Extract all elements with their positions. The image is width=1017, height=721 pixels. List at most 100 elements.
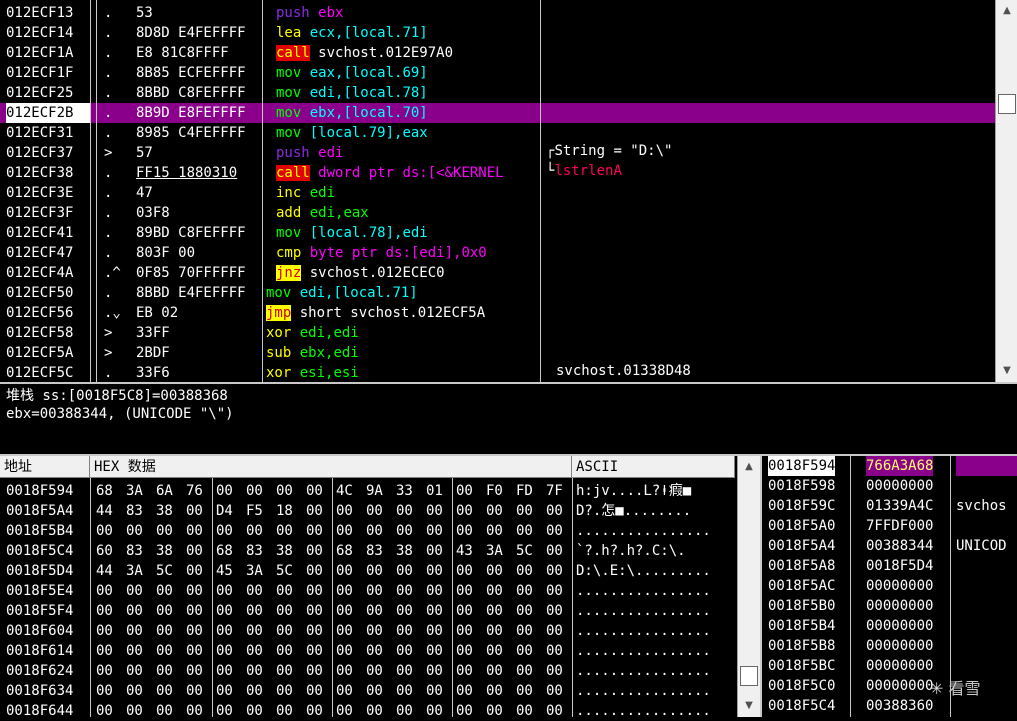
stack-row[interactable]: 0018F5AC 00000000 bbox=[762, 576, 1017, 596]
disasm-hex: 33F6 bbox=[136, 365, 170, 381]
scroll-thumb[interactable] bbox=[998, 94, 1016, 114]
disasm-row[interactable]: 012ECF5A >2BDF sub ebx,edi bbox=[0, 343, 995, 363]
stack-address: 0018F59C bbox=[768, 498, 836, 514]
disasm-row[interactable]: 012ECF3F. 03F8 add edi,eax bbox=[0, 203, 995, 223]
disasm-row[interactable]: 012ECF25. 8BBD C8FEFFFF mov edi,[local.78] bbox=[0, 83, 995, 103]
disasm-address: 012ECF14 bbox=[6, 25, 74, 41]
disasm-operands: svchost.012E97A0 bbox=[318, 45, 454, 61]
disasm-hex: FF15 1880310 bbox=[136, 165, 238, 181]
info-line-1: 堆栈 ss:[0018F5C8]=00388368 bbox=[6, 388, 228, 404]
disasm-opcode: jmp bbox=[266, 305, 292, 321]
disasm-instruction: sub ebx,edi bbox=[266, 343, 359, 363]
disasm-instruction: mov [local.79],eax bbox=[276, 123, 428, 143]
disasm-opcode: inc bbox=[276, 185, 302, 201]
disasm-marker: > bbox=[104, 325, 113, 341]
disasm-row[interactable]: 012ECF1A. E8 81C8FFFF call svchost.012E97A… bbox=[0, 43, 995, 63]
disasm-row[interactable]: 012ECF31. 8985 C4FEFFFF mov [local.79],eax bbox=[0, 123, 995, 143]
disasm-hex: 47 bbox=[136, 185, 153, 201]
disasm-row[interactable]: 012ECF50. 8BBD E4FEFFFF mov edi,[local.71] bbox=[0, 283, 995, 303]
disasm-row[interactable]: 012ECF13. 53 push ebx bbox=[0, 3, 995, 23]
disasm-address: 012ECF3E bbox=[6, 185, 74, 201]
disasm-opcode: mov bbox=[276, 85, 302, 101]
disasm-hex: 8B9D E8FEFFFF bbox=[136, 105, 246, 121]
disasm-address: 012ECF38 bbox=[6, 165, 74, 181]
disasm-marker: .^ bbox=[104, 265, 121, 281]
disasm-hex: EB 02 bbox=[136, 305, 179, 321]
scroll-up-icon[interactable]: ▲ bbox=[996, 2, 1017, 20]
disasm-marker: . bbox=[104, 245, 113, 261]
disasm-row[interactable]: 012ECF56 .⌄ EB 02 jmp short svchost.012ECF5… bbox=[0, 303, 995, 323]
info-pane: 堆栈 ss:[0018F5C8]=00388368 ebx=00388344, … bbox=[0, 384, 1017, 454]
disasm-opcode: call bbox=[276, 45, 310, 61]
disasm-row[interactable]: 012ECF4A .^ 0F85 70FFFFFF jnz svchost.012EC… bbox=[0, 263, 995, 283]
disasm-operands: [local.79],eax bbox=[309, 125, 428, 141]
disasm-row[interactable]: 012ECF2B. 8B9D E8FEFFFF mov ebx,[local.70] bbox=[0, 103, 995, 123]
stack-row[interactable]: 0018F5A8 0018F5D4 bbox=[762, 556, 1017, 576]
disasm-row[interactable]: 012ECF41. 89BD C8FEFFFF mov [local.78],edi bbox=[0, 223, 995, 243]
disasm-hex: 8BBD C8FEFFFF bbox=[136, 85, 246, 101]
disasm-operands: eax,[local.69] bbox=[309, 65, 428, 81]
disasm-row[interactable]: 012ECF3E. 47 inc edi bbox=[0, 183, 995, 203]
disasm-opcode: sub bbox=[266, 345, 292, 361]
column-separator bbox=[850, 456, 851, 717]
stack-row[interactable]: 0018F5B4 00000000 bbox=[762, 616, 1017, 636]
disasm-opcode: mov bbox=[276, 105, 302, 121]
disasm-instruction: push ebx bbox=[276, 3, 343, 23]
disasm-address: 012ECF56 bbox=[6, 305, 74, 321]
stack-row[interactable]: 0018F5C4 00388360 bbox=[762, 696, 1017, 716]
disasm-hex: 803F 00 bbox=[136, 245, 196, 261]
stack-row[interactable]: 0018F598 00000000 bbox=[762, 476, 1017, 496]
stack-row[interactable]: 0018F5B0 00000000 bbox=[762, 596, 1017, 616]
disasm-address: 012ECF47 bbox=[6, 245, 74, 261]
stack-value: 00388360 bbox=[866, 698, 934, 714]
disasm-instruction: xor esi,esi bbox=[266, 363, 359, 382]
stack-comment bbox=[956, 456, 1017, 476]
disasm-instruction: call dword ptr ds:[<&KERNEL bbox=[276, 163, 504, 183]
comment-string: ┌String = "D:\" bbox=[546, 143, 673, 159]
disasm-instruction: mov ebx,[local.70] bbox=[276, 103, 428, 123]
disasm-marker: . bbox=[104, 185, 113, 201]
disasm-operands: ebx,edi bbox=[299, 345, 359, 361]
disasm-row[interactable]: 012ECF58 >33FF xor edi,edi bbox=[0, 323, 995, 343]
stack-row[interactable]: 0018F594 766A3A68 bbox=[762, 456, 1017, 476]
stack-value: 00000000 bbox=[866, 478, 934, 494]
stack-value: 00000000 bbox=[866, 658, 934, 674]
stack-address: 0018F5B4 bbox=[768, 618, 836, 634]
disasm-instruction: push edi bbox=[276, 143, 343, 163]
disasm-opcode: call bbox=[276, 165, 310, 181]
disasm-opcode: xor bbox=[266, 325, 292, 341]
disasm-marker: . bbox=[104, 225, 113, 241]
disasm-row[interactable]: 012ECF5C. 33F6 xor esi,esi bbox=[0, 363, 995, 382]
column-separator bbox=[540, 0, 541, 382]
stack-pane[interactable]: 0018F594 766A3A68 0018F598 00000000 0018F59C… bbox=[0, 456, 1017, 717]
disasm-marker: . bbox=[104, 205, 113, 221]
disasm-hex: 33FF bbox=[136, 325, 170, 341]
disasm-row[interactable]: 012ECF47. 803F 00 cmp byte ptr ds:[edi],0x… bbox=[0, 243, 995, 263]
disassembly-pane[interactable]: 012ECF13. 53 push ebx 012ECF14. 8D8D E4FEFFF… bbox=[0, 0, 995, 382]
info-line-2: ebx=00388344, (UNICODE "\") bbox=[6, 406, 234, 422]
disassembly-scrollbar[interactable]: ▲ ▼ bbox=[995, 0, 1017, 382]
disasm-instruction: mov edi,[local.71] bbox=[266, 283, 418, 303]
disasm-address: 012ECF13 bbox=[6, 5, 74, 21]
stack-row[interactable]: 0018F5A0 7FFDF000 bbox=[762, 516, 1017, 536]
stack-row[interactable]: 0018F5B8 00000000 bbox=[762, 636, 1017, 656]
stack-row[interactable]: 0018F5A4 00388344 UNICOD bbox=[762, 536, 1017, 556]
disasm-operands: [local.78],edi bbox=[309, 225, 428, 241]
disasm-opcode: xor bbox=[266, 365, 292, 381]
disasm-operands: edi bbox=[318, 145, 344, 161]
disasm-hex: E8 81C8FFFF bbox=[136, 45, 229, 61]
disasm-row[interactable]: 012ECF14. 8D8D E4FEFFFF lea ecx,[local.71] bbox=[0, 23, 995, 43]
stack-address: 0018F594 bbox=[768, 456, 836, 476]
disasm-row[interactable]: 012ECF1F. 8B85 ECFEFFFF mov eax,[local.69] bbox=[0, 63, 995, 83]
stack-row[interactable]: 0018F59C 01339A4C svchos bbox=[762, 496, 1017, 516]
comment-func: └lstrlenA bbox=[546, 163, 622, 179]
scroll-down-icon[interactable]: ▼ bbox=[996, 362, 1017, 380]
stack-value: 766A3A68 bbox=[866, 456, 934, 476]
disasm-operands: short svchost.012ECF5A bbox=[299, 305, 486, 321]
stack-address: 0018F5AC bbox=[768, 578, 836, 594]
stack-row[interactable]: 0018F5BC 00000000 bbox=[762, 656, 1017, 676]
stack-value: 00000000 bbox=[866, 578, 934, 594]
byte-group-separator bbox=[452, 478, 453, 717]
disasm-row[interactable]: 012ECF38. FF15 1880310 call dword ptr ds:[… bbox=[0, 163, 995, 183]
disasm-row[interactable]: 012ECF37 >57 push edi bbox=[0, 143, 995, 163]
